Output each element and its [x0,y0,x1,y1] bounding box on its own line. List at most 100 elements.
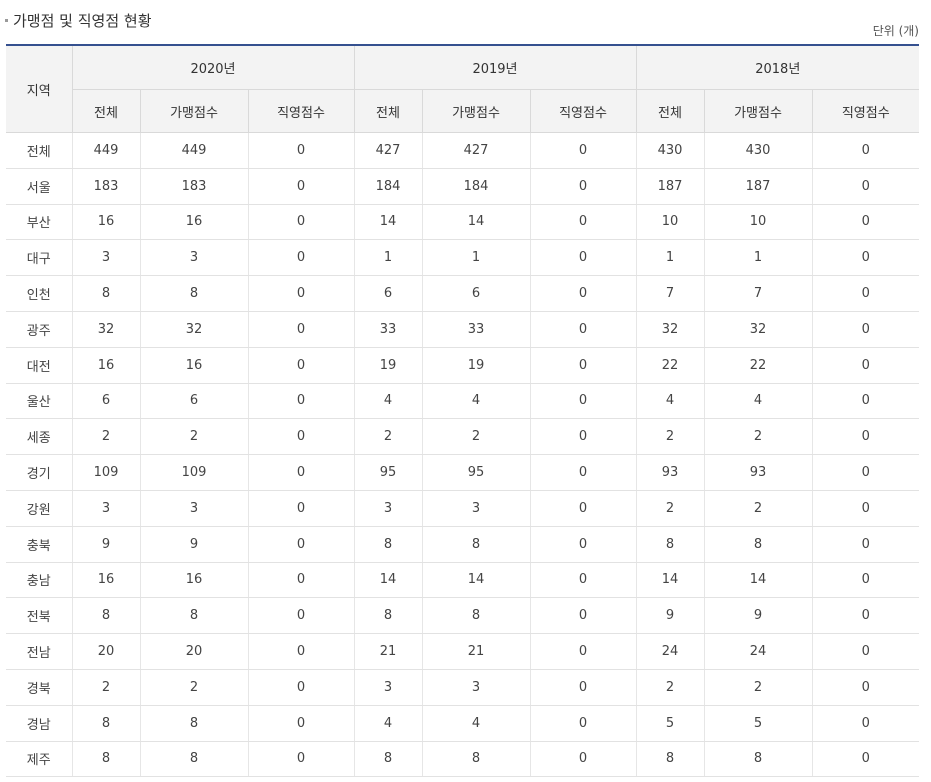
value-cell: 2 [422,418,531,456]
value-cell: 20 [72,633,141,670]
value-cell: 32 [704,311,813,348]
value-cell: 3 [140,490,249,527]
value-cell: 0 [248,239,355,277]
sub-header-total: 전체 [635,89,705,133]
value-cell: 0 [812,669,920,706]
value-cell: 4 [704,383,813,420]
region-cell: 전북 [6,597,73,635]
value-cell: 4 [354,705,423,742]
value-cell: 2 [140,418,249,456]
region-cell: 전남 [6,633,73,670]
value-cell: 0 [530,275,637,312]
value-cell: 0 [812,418,920,456]
value-cell: 9 [636,597,705,635]
value-cell: 3 [354,669,423,706]
value-cell: 109 [140,454,249,491]
section-header: 가맹점 및 직영점 현황 단위 (개) [0,0,931,44]
value-cell: 0 [530,418,637,456]
value-cell: 0 [530,347,637,384]
value-cell: 0 [248,490,355,527]
value-cell: 8 [72,705,141,742]
value-cell: 430 [636,132,705,169]
value-cell: 427 [422,132,531,169]
value-cell: 4 [636,383,705,420]
sub-header-franchise: 가맹점수 [703,89,813,133]
value-cell: 16 [140,562,249,599]
value-cell: 187 [704,168,813,205]
value-cell: 8 [140,741,249,778]
unit-label: 단위 (개) [872,24,919,38]
value-cell: 183 [72,168,141,205]
section-title: 가맹점 및 직영점 현황 [13,12,152,30]
value-cell: 0 [248,132,355,169]
value-cell: 9 [72,526,141,563]
table-row: 전북 8 8 0 8 8 0 9 9 0 [6,597,920,635]
value-cell: 184 [422,168,531,205]
region-cell: 서울 [6,168,73,205]
region-cell: 대구 [6,239,73,277]
value-cell: 93 [636,454,705,491]
value-cell: 0 [812,168,920,205]
value-cell: 0 [248,275,355,312]
year-header-2019: 2019년 [353,44,637,90]
value-cell: 2 [140,669,249,706]
value-cell: 8 [422,741,531,778]
value-cell: 0 [812,132,920,169]
value-cell: 19 [354,347,423,384]
value-cell: 0 [530,490,637,527]
value-cell: 8 [72,597,141,635]
value-cell: 2 [72,418,141,456]
value-cell: 22 [704,347,813,384]
bullet-icon [5,19,8,22]
value-cell: 427 [354,132,423,169]
value-cell: 0 [248,597,355,635]
table-row: 경남 8 8 0 4 4 0 5 5 0 [6,705,920,742]
value-cell: 14 [354,562,423,599]
value-cell: 33 [354,311,423,348]
value-cell: 0 [248,669,355,706]
value-cell: 14 [422,562,531,599]
value-cell: 3 [140,239,249,277]
value-cell: 0 [812,275,920,312]
value-cell: 6 [354,275,423,312]
value-cell: 449 [140,132,249,169]
value-cell: 8 [422,597,531,635]
table-row: 서울 183 183 0 184 184 0 187 187 0 [6,168,920,205]
value-cell: 8 [72,275,141,312]
region-cell: 세종 [6,418,73,456]
value-cell: 0 [812,597,920,635]
value-cell: 3 [72,490,141,527]
value-cell: 6 [422,275,531,312]
value-cell: 8 [354,597,423,635]
value-cell: 0 [248,705,355,742]
value-cell: 32 [140,311,249,348]
value-cell: 0 [248,454,355,491]
value-cell: 0 [530,311,637,348]
value-cell: 0 [812,239,920,277]
value-cell: 0 [248,418,355,456]
value-cell: 0 [248,168,355,205]
value-cell: 9 [140,526,249,563]
value-cell: 0 [248,383,355,420]
value-cell: 21 [422,633,531,670]
value-cell: 0 [530,239,637,277]
value-cell: 0 [248,347,355,384]
value-cell: 16 [72,204,141,241]
value-cell: 8 [354,526,423,563]
value-cell: 8 [704,741,813,778]
value-cell: 4 [354,383,423,420]
table-row: 울산 6 6 0 4 4 0 4 4 0 [6,383,920,420]
table-row: 전남 20 20 0 21 21 0 24 24 0 [6,633,920,670]
region-cell: 광주 [6,311,73,348]
value-cell: 6 [140,383,249,420]
value-cell: 1 [354,239,423,277]
value-cell: 0 [530,705,637,742]
value-cell: 183 [140,168,249,205]
value-cell: 3 [422,669,531,706]
sub-header-direct: 직영점수 [529,89,637,133]
value-cell: 0 [812,454,920,491]
region-header: 지역 [6,44,73,133]
value-cell: 14 [354,204,423,241]
value-cell: 0 [530,741,637,778]
region-cell: 대전 [6,347,73,384]
